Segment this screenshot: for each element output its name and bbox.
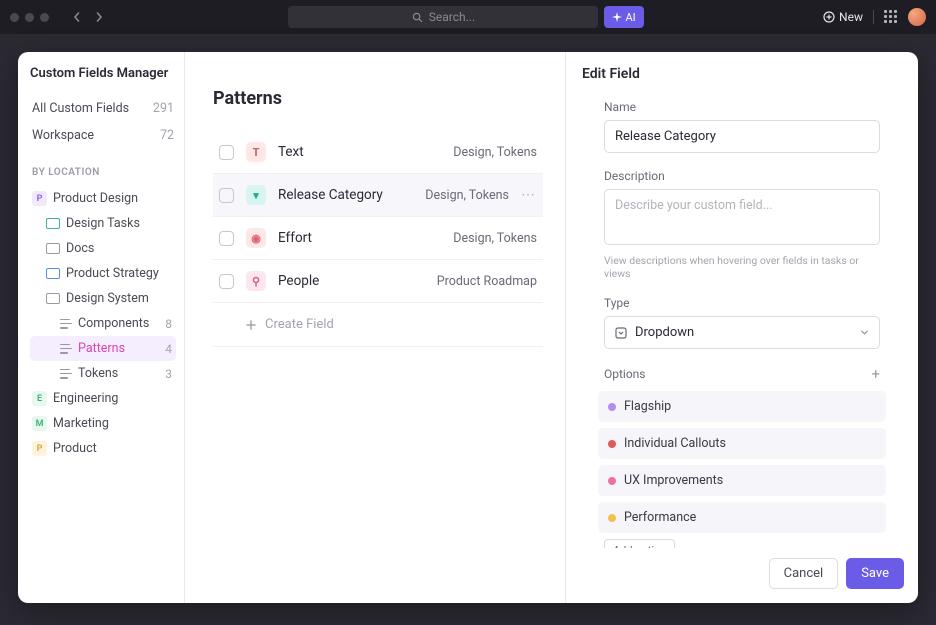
save-button[interactable]: Save bbox=[846, 558, 904, 589]
field-type-icon: T bbox=[246, 142, 266, 162]
avatar[interactable] bbox=[908, 8, 926, 26]
checkbox[interactable] bbox=[219, 274, 234, 289]
apps-icon[interactable] bbox=[884, 10, 898, 24]
search-input[interactable]: Search... bbox=[288, 6, 598, 28]
type-label: Type bbox=[604, 296, 880, 310]
folder-icon bbox=[46, 243, 60, 254]
chevron-down-icon bbox=[860, 328, 869, 337]
list-icon bbox=[60, 344, 72, 354]
sidebar-title: Custom Fields Manager bbox=[30, 66, 176, 81]
space-badge-icon: M bbox=[32, 416, 47, 431]
option-row[interactable]: UX Improvements bbox=[598, 465, 886, 496]
sidebar-item-components[interactable]: Components8 bbox=[30, 311, 176, 336]
description-helper: View descriptions when hovering over fie… bbox=[604, 254, 880, 280]
search-icon bbox=[412, 12, 423, 23]
field-name: Release Category bbox=[278, 187, 413, 203]
field-name: People bbox=[278, 273, 425, 289]
list-icon bbox=[60, 369, 72, 379]
color-dot-icon bbox=[608, 514, 616, 522]
add-option-button[interactable]: Add option bbox=[604, 539, 675, 548]
field-row[interactable]: ◉ Effort Design, Tokens bbox=[213, 217, 543, 260]
field-type-icon: ◉ bbox=[246, 228, 266, 248]
field-type-icon: ⚲ bbox=[246, 271, 266, 291]
center-pane: Patterns T Text Design, Tokens ▾ Release… bbox=[185, 52, 565, 603]
option-row[interactable]: Flagship bbox=[598, 391, 886, 422]
checkbox[interactable] bbox=[219, 231, 234, 246]
field-row[interactable]: ▾ Release Category Design, Tokens ⋯ bbox=[213, 174, 543, 217]
folder-icon bbox=[46, 293, 60, 304]
main-panel: Custom Fields Manager All Custom Fields2… bbox=[18, 52, 918, 603]
edit-panel: Edit Field Name Description View descrip… bbox=[565, 52, 918, 603]
option-row[interactable]: Individual Callouts bbox=[598, 428, 886, 459]
sidebar-item-tokens[interactable]: Tokens3 bbox=[30, 361, 176, 386]
folder-icon bbox=[46, 218, 60, 229]
sidebar-item-docs[interactable]: Docs bbox=[30, 236, 176, 261]
sidebar-item-design-tasks[interactable]: Design Tasks bbox=[30, 211, 176, 236]
sidebar-item-product-design[interactable]: PProduct Design bbox=[30, 186, 176, 211]
nav-back-button[interactable] bbox=[67, 7, 87, 27]
list-icon bbox=[60, 319, 72, 329]
field-row[interactable]: ⚲ People Product Roadmap bbox=[213, 260, 543, 303]
space-badge-icon: E bbox=[32, 391, 47, 406]
nav-forward-button[interactable] bbox=[89, 7, 109, 27]
plus-icon bbox=[245, 319, 257, 331]
sidebar-section-header: BY LOCATION bbox=[32, 167, 176, 178]
checkbox[interactable] bbox=[219, 188, 234, 203]
field-name: Text bbox=[278, 144, 441, 160]
checkbox[interactable] bbox=[219, 145, 234, 160]
sidebar-item-patterns[interactable]: Patterns4 bbox=[30, 336, 176, 361]
sidebar-item-product[interactable]: PProduct bbox=[30, 436, 176, 461]
field-location: Design, Tokens bbox=[425, 188, 509, 203]
plus-circle-icon bbox=[823, 11, 835, 23]
type-select[interactable]: Dropdown bbox=[604, 316, 880, 349]
field-type-icon: ▾ bbox=[246, 185, 266, 205]
ai-button[interactable]: AI bbox=[604, 6, 643, 28]
window-controls bbox=[10, 13, 49, 22]
name-input[interactable] bbox=[604, 120, 880, 153]
color-dot-icon bbox=[608, 403, 616, 411]
color-dot-icon bbox=[608, 440, 616, 448]
field-row[interactable]: T Text Design, Tokens bbox=[213, 131, 543, 174]
space-badge-icon: P bbox=[32, 191, 47, 206]
sidebar-item-design-system[interactable]: Design System bbox=[30, 286, 176, 311]
more-icon[interactable]: ⋯ bbox=[521, 187, 537, 203]
sidebar-item-marketing[interactable]: MMarketing bbox=[30, 411, 176, 436]
folder-icon bbox=[46, 268, 60, 279]
sidebar-summary-row[interactable]: Workspace72 bbox=[30, 122, 176, 149]
divider bbox=[873, 10, 874, 24]
sidebar-item-product-strategy[interactable]: Product Strategy bbox=[30, 261, 176, 286]
options-label: Options bbox=[604, 367, 646, 381]
description-label: Description bbox=[604, 169, 880, 183]
dropdown-type-icon bbox=[615, 327, 627, 339]
sidebar-item-engineering[interactable]: EEngineering bbox=[30, 386, 176, 411]
description-input[interactable] bbox=[604, 189, 880, 245]
search-placeholder: Search... bbox=[429, 10, 475, 24]
sidebar-summary-row[interactable]: All Custom Fields291 bbox=[30, 95, 176, 122]
field-name: Effort bbox=[278, 230, 441, 246]
sidebar: Custom Fields Manager All Custom Fields2… bbox=[18, 52, 185, 603]
field-location: Product Roadmap bbox=[437, 274, 537, 289]
option-row[interactable]: Performance bbox=[598, 502, 886, 533]
create-field-button[interactable]: Create Field bbox=[213, 303, 543, 347]
field-location: Design, Tokens bbox=[453, 231, 537, 246]
edit-panel-title: Edit Field bbox=[582, 66, 902, 82]
cancel-button[interactable]: Cancel bbox=[769, 558, 839, 589]
space-badge-icon: P bbox=[32, 441, 47, 456]
color-dot-icon bbox=[608, 477, 616, 485]
topbar: Search... AI New bbox=[0, 0, 936, 34]
name-label: Name bbox=[604, 100, 880, 114]
field-location: Design, Tokens bbox=[453, 145, 537, 160]
new-button[interactable]: New bbox=[823, 10, 863, 24]
add-option-icon[interactable]: + bbox=[871, 365, 880, 383]
page-title: Patterns bbox=[213, 88, 543, 109]
sparkle-icon bbox=[612, 12, 622, 22]
